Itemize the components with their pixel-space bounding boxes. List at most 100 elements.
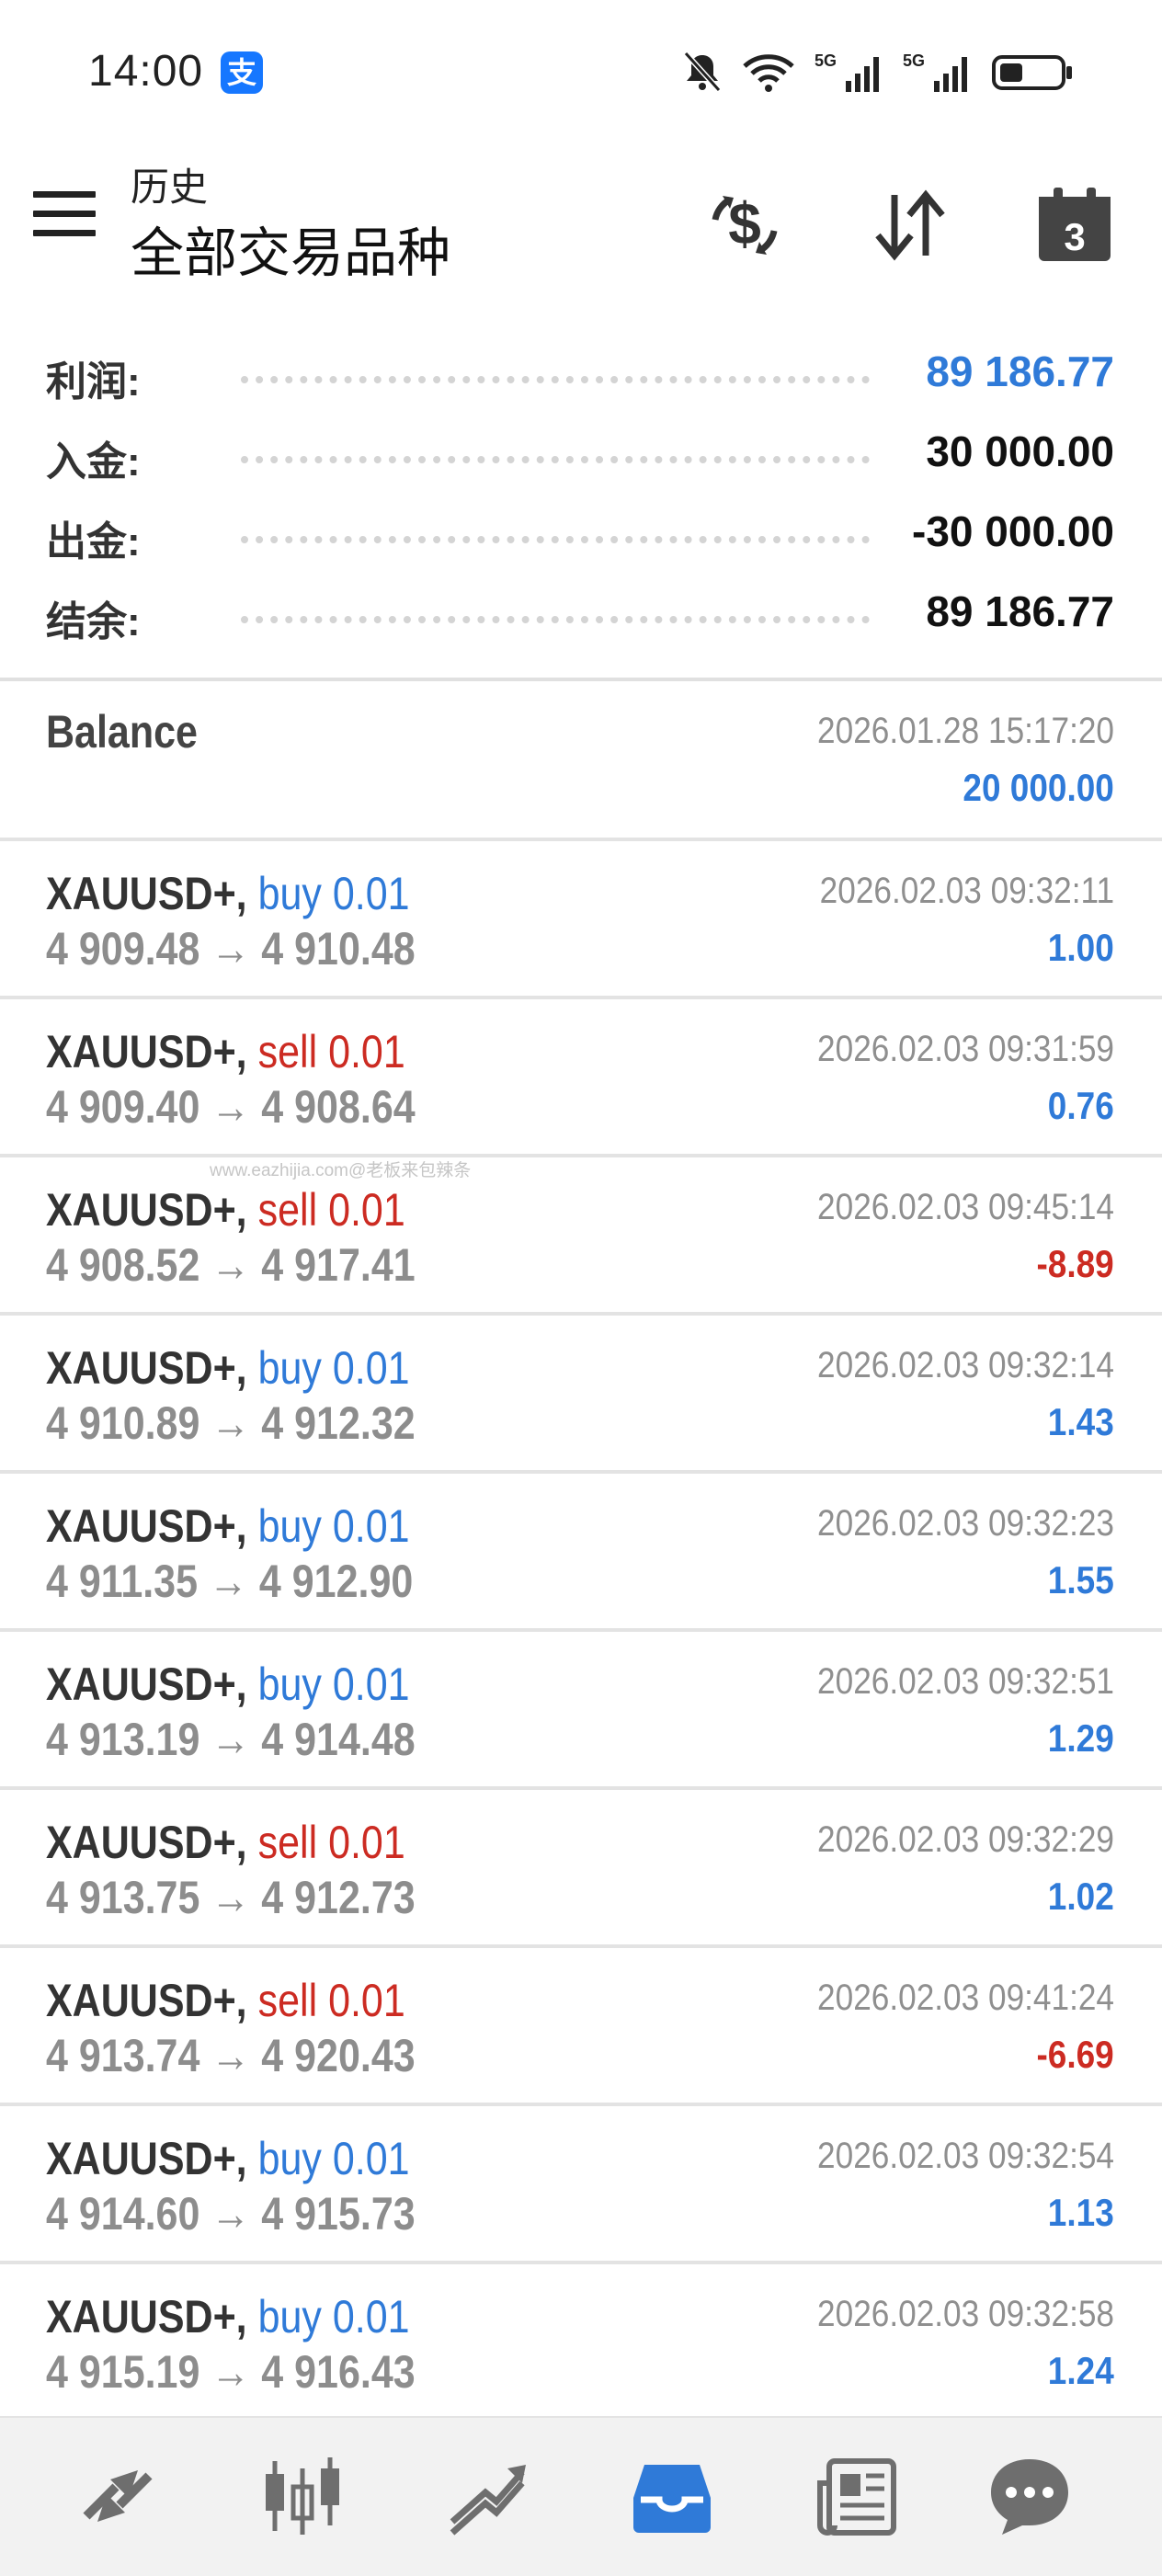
trade-row[interactable]: XAUUSD+, buy 0.01 4 915.19 → 4 916.43 2026…	[0, 2264, 1162, 2422]
trade-row[interactable]: XAUUSD+, sell 0.01 4 913.74 → 4 920.43 202…	[0, 1948, 1162, 2106]
toolbar-subtitle: 历史	[131, 165, 209, 209]
trade-prices: 4 910.89 → 4 912.32	[46, 1397, 416, 1449]
entry-amount: 20 000.00	[963, 766, 1114, 809]
calendar-icon[interactable]: 3	[1024, 175, 1125, 276]
trade-side: sell 0.01	[257, 1975, 405, 2026]
trade-side: buy 0.01	[257, 2133, 410, 2184]
summary-label: 利润:	[46, 359, 141, 405]
chat-icon[interactable]	[979, 2445, 1080, 2547]
trade-row[interactable]: XAUUSD+, sell 0.01 4 909.40 → 4 908.64 202…	[0, 999, 1162, 1157]
signal-5g-icon: 5G	[815, 50, 884, 94]
trade-symbol: XAUUSD+, buy 0.01	[46, 2290, 410, 2343]
summary-value: 89 186.77	[926, 587, 1114, 635]
trade-side: buy 0.01	[257, 868, 410, 919]
trade-profit: 1.24	[1048, 2349, 1114, 2392]
symbol-name: XAUUSD+,	[46, 868, 247, 919]
summary-row-deposit: 入金: 30 000.00	[0, 416, 1162, 496]
trade-side: sell 0.01	[257, 1184, 405, 1236]
trade-time: 2026.02.03 09:31:59	[817, 1029, 1114, 1069]
network-label-2: 5G	[903, 51, 925, 70]
symbol-name: XAUUSD+,	[46, 1342, 247, 1394]
status-time: 14:00	[88, 47, 204, 96]
summary-value: 89 186.77	[926, 348, 1114, 395]
trade-prices: 4 915.19 → 4 916.43	[46, 2346, 416, 2398]
summary-row-profit: 利润: 89 186.77	[0, 336, 1162, 416]
trade-profit: 1.02	[1048, 1875, 1114, 1918]
dotted-leader	[241, 536, 870, 543]
trade-profit: 1.00	[1048, 926, 1114, 969]
trade-row[interactable]: XAUUSD+, sell 0.01 4 913.75 → 4 912.73 202…	[0, 1790, 1162, 1948]
calendar-day: 3	[1064, 215, 1085, 258]
trade-profit: 1.55	[1048, 1558, 1114, 1601]
trade-row[interactable]: XAUUSD+, buy 0.01 4 914.60 → 4 915.73 2026…	[0, 2106, 1162, 2264]
quotes-icon[interactable]	[67, 2445, 168, 2547]
trade-side: buy 0.01	[257, 1342, 410, 1394]
summary-value: 30 000.00	[926, 427, 1114, 475]
alipay-icon: 支	[221, 51, 263, 94]
symbol-name: XAUUSD+,	[46, 1184, 247, 1236]
trade-symbol: XAUUSD+, sell 0.01	[46, 1183, 405, 1237]
trade-rows: XAUUSD+, buy 0.01 4 909.48 → 4 910.48 2026…	[0, 841, 1162, 2422]
trade-time: 2026.02.03 09:32:51	[817, 1661, 1114, 1702]
network-label-1: 5G	[815, 51, 837, 70]
page-title[interactable]: 全部交易品种	[131, 210, 450, 287]
trade-time: 2026.02.03 09:32:14	[817, 1345, 1114, 1385]
trade-prices: 4 909.40 → 4 908.64	[46, 1081, 416, 1133]
bell-muted-icon	[682, 50, 723, 94]
trade-side: buy 0.01	[257, 1500, 410, 1552]
trade-row[interactable]: XAUUSD+, buy 0.01 4 913.19 → 4 914.48 2026…	[0, 1632, 1162, 1790]
wifi-icon	[741, 50, 796, 94]
trade-row[interactable]: XAUUSD+, sell 0.01 4 908.52 → 4 917.41 202…	[0, 1157, 1162, 1316]
trade-symbol: XAUUSD+, sell 0.01	[46, 1025, 405, 1078]
news-icon[interactable]	[808, 2445, 909, 2547]
trade-row[interactable]: XAUUSD+, buy 0.01 4 909.48 → 4 910.48 2026…	[0, 841, 1162, 999]
dotted-leader	[241, 376, 870, 383]
trade-time: 2026.02.03 09:32:58	[817, 2294, 1114, 2334]
trade-prices: 4 908.52 → 4 917.41	[46, 1239, 416, 1291]
trade-time: 2026.02.03 09:32:11	[819, 871, 1114, 911]
toolbar: 历史 全部交易品种 $ 3	[0, 138, 1162, 313]
signal-5g-icon-2: 5G	[903, 50, 973, 94]
trade-row[interactable]: XAUUSD+, buy 0.01 4 911.35 → 4 912.90 2026…	[0, 1474, 1162, 1632]
history-icon[interactable]	[621, 2445, 723, 2547]
sort-icon[interactable]	[860, 175, 961, 276]
battery-icon	[991, 50, 1074, 94]
chart-icon[interactable]	[252, 2445, 353, 2547]
trade-side: buy 0.01	[257, 1658, 410, 1710]
trade-symbol: XAUUSD+, buy 0.01	[46, 1658, 410, 1711]
trade-symbol: XAUUSD+, buy 0.01	[46, 1499, 410, 1553]
trade-time: 2026.02.03 09:32:54	[817, 2136, 1114, 2176]
trade-side: sell 0.01	[257, 1817, 405, 1868]
currency-refresh-icon[interactable]: $	[694, 175, 795, 276]
menu-icon[interactable]	[33, 191, 96, 250]
symbol-name: XAUUSD+,	[46, 1817, 247, 1868]
trade-prices: 4 914.60 → 4 915.73	[46, 2188, 416, 2240]
trade-row[interactable]: XAUUSD+, buy 0.01 4 910.89 → 4 912.32 2026…	[0, 1316, 1162, 1474]
trade-symbol: XAUUSD+, sell 0.01	[46, 1816, 405, 1869]
trade-symbol: XAUUSD+, sell 0.01	[46, 1974, 405, 2027]
symbol-name: XAUUSD+,	[46, 2291, 247, 2342]
balance-entry[interactable]: Balance 2026.01.28 15:17:20 20 000.00	[0, 681, 1162, 841]
trade-profit: -6.69	[1036, 2033, 1114, 2076]
symbol-name: XAUUSD+,	[46, 1658, 247, 1710]
trade-symbol: XAUUSD+, buy 0.01	[46, 1341, 410, 1395]
symbol-name: XAUUSD+,	[46, 1975, 247, 2026]
symbol-name: XAUUSD+,	[46, 2133, 247, 2184]
balance-title: Balance	[46, 706, 198, 758]
trade-time: 2026.02.03 09:32:23	[817, 1503, 1114, 1544]
trade-time: 2026.02.03 09:45:14	[817, 1187, 1114, 1227]
trade-profit: -8.89	[1036, 1242, 1114, 1285]
trade-prices: 4 911.35 → 4 912.90	[46, 1556, 414, 1607]
trade-icon[interactable]	[437, 2445, 538, 2547]
trade-profit: 1.13	[1048, 2191, 1114, 2234]
trade-side: sell 0.01	[257, 1026, 405, 1077]
trade-profit: 1.43	[1048, 1400, 1114, 1443]
watermark: www.eazhijia.com@老板来包辣条	[210, 1161, 472, 1180]
bottom-nav	[0, 2416, 1162, 2576]
history-list: Balance 2026.01.28 15:17:20 20 000.00 XA…	[0, 681, 1162, 2422]
summary-row-balance: 结余: 89 186.77	[0, 576, 1162, 655]
summary-label: 结余:	[46, 599, 141, 644]
trade-profit: 1.29	[1048, 1716, 1114, 1760]
trade-prices: 4 913.75 → 4 912.73	[46, 1872, 416, 1923]
trade-prices: 4 909.48 → 4 910.48	[46, 923, 416, 975]
